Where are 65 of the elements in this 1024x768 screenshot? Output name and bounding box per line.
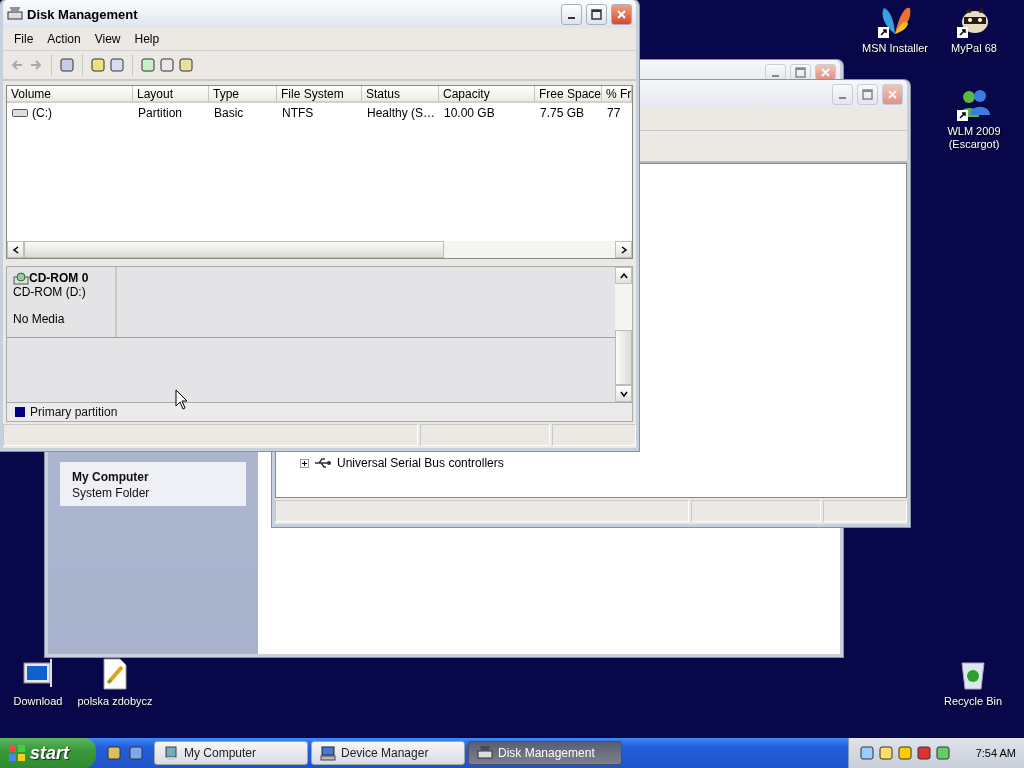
desktop-icon-label[interactable]: MSN Installer (862, 42, 928, 55)
horizontal-scrollbar[interactable] (7, 241, 632, 258)
table-cell: 10.00 GB (444, 106, 495, 120)
taskbar-button[interactable]: My Computer (154, 741, 308, 765)
clock[interactable]: 7:54 AM (975, 747, 1016, 759)
maximize-button[interactable] (586, 3, 607, 25)
desktop-icon-label[interactable]: MyPal 68 (951, 42, 997, 55)
menu-item[interactable]: File (7, 30, 41, 48)
column-header[interactable]: Free Space (535, 86, 602, 103)
close-icon (616, 8, 627, 20)
desktop-icon-label[interactable]: Recycle Bin (943, 695, 1003, 708)
maximize-icon (862, 88, 873, 100)
minimize-icon (568, 16, 575, 19)
table-cell: Basic (214, 106, 244, 120)
menu-item[interactable]: Action (40, 30, 88, 48)
column-header[interactable]: Volume (7, 86, 133, 103)
table-cell: Healthy (S… (367, 106, 436, 120)
close-button[interactable] (611, 3, 632, 25)
maximize-icon (795, 66, 806, 78)
column-header[interactable]: Type (209, 86, 277, 103)
minimize-button[interactable] (561, 3, 582, 25)
menu-item[interactable]: Help (127, 30, 167, 48)
details-subtitle: System Folder (72, 486, 151, 500)
desktop-icon-label[interactable]: polska zdobycz (77, 695, 153, 708)
drive-icon (7, 6, 23, 22)
disk-drive: CD-ROM (D:) (13, 285, 87, 299)
start-button[interactable]: start (0, 738, 96, 768)
tree-item[interactable]: Universal Serial Bus controllers (337, 456, 504, 470)
desktop-icon-label[interactable]: Download (13, 695, 63, 708)
maximize-icon (591, 8, 602, 20)
expand-icon[interactable] (300, 458, 309, 468)
table-cell: (C:) (32, 106, 52, 120)
close-icon (887, 88, 898, 100)
window-title: Disk Management (27, 6, 139, 22)
taskbar-button[interactable]: Device Manager (311, 741, 465, 765)
mouse-pointer-icon (175, 389, 188, 410)
computer-icon (320, 745, 336, 761)
windows-logo-icon (8, 744, 26, 762)
table-cell: Partition (138, 106, 183, 120)
column-header[interactable]: Capacity (439, 86, 535, 103)
column-header[interactable]: File System (277, 86, 362, 103)
column-header[interactable]: Layout (133, 86, 209, 103)
column-header[interactable]: Status (362, 86, 439, 103)
computer-icon (163, 745, 179, 761)
minimize-icon (839, 96, 846, 99)
disk-status: No Media (13, 312, 66, 326)
disk-name: CD-ROM 0 (29, 271, 89, 285)
minimize-icon (772, 74, 779, 77)
disk-info-panel[interactable]: CD-ROM 0 CD-ROM (D:) No Media (7, 267, 117, 337)
cd-drive-icon (13, 271, 29, 285)
drive-icon (477, 745, 493, 761)
close-icon (820, 66, 831, 78)
desktop-icon-label[interactable]: WLM 2009 (Escargot) (932, 125, 1016, 151)
taskbar-button[interactable]: Disk Management (468, 741, 622, 765)
vertical-scrollbar[interactable] (615, 267, 632, 402)
legend-label: Primary partition (30, 405, 118, 419)
table-cell: NTFS (282, 106, 314, 120)
table-cell: 7.75 GB (540, 106, 585, 120)
column-header[interactable]: % Fr (602, 86, 632, 103)
table-cell: 77 (607, 106, 621, 120)
menu-item[interactable]: View (87, 30, 128, 48)
close-button[interactable] (882, 83, 903, 105)
drive-icon (12, 108, 28, 118)
usb-icon (314, 456, 332, 470)
details-title: My Computer (72, 470, 150, 484)
